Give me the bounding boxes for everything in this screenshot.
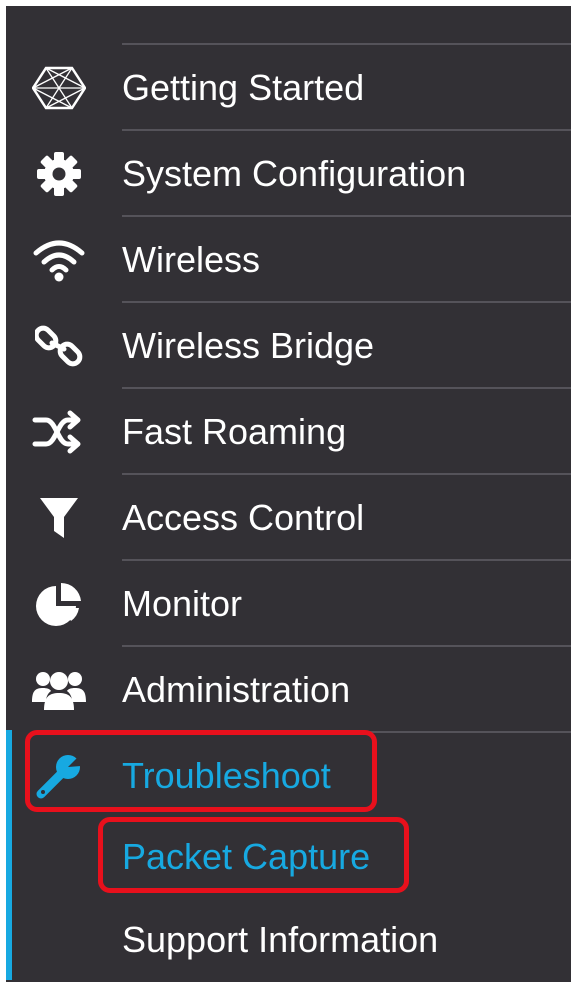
pie-chart-icon [32, 581, 86, 627]
gear-icon [32, 151, 86, 197]
sidebar-item-getting-started[interactable]: Getting Started [6, 45, 571, 131]
sidebar-item-label: Fast Roaming [122, 411, 347, 452]
sidebar-subitem-support-information[interactable]: Support Information [6, 898, 571, 982]
sidebar-item-label: Access Control [122, 497, 365, 538]
sidebar-item-monitor[interactable]: Monitor [6, 561, 571, 647]
hexagon-icon [32, 65, 86, 111]
sidebar-subitem-label: Support Information [122, 919, 439, 960]
sidebar-item-label: Wireless [122, 239, 261, 280]
shuffle-icon [32, 409, 86, 455]
sidebar-item-label: Wireless Bridge [122, 325, 375, 366]
sidebar-item-troubleshoot[interactable]: Troubleshoot [6, 733, 571, 819]
wifi-icon [32, 237, 86, 283]
sidebar-nav: Getting Started System Configuration Wir… [6, 6, 571, 982]
sidebar-subitem-packet-capture[interactable]: Packet Capture [6, 815, 571, 899]
sidebar-item-system-configuration[interactable]: System Configuration [6, 131, 571, 217]
sidebar-item-fast-roaming[interactable]: Fast Roaming [6, 389, 571, 475]
filter-icon [32, 495, 86, 541]
wrench-icon [32, 753, 86, 799]
sidebar-item-label: System Configuration [122, 153, 467, 194]
sidebar-item-wireless[interactable]: Wireless [6, 217, 571, 303]
sidebar-subitem-label: Packet Capture [122, 836, 371, 877]
sidebar-item-wireless-bridge[interactable]: Wireless Bridge [6, 303, 571, 389]
link-icon [32, 323, 86, 369]
sidebar-item-label: Getting Started [122, 67, 365, 108]
users-icon [32, 667, 86, 713]
sidebar-item-label: Monitor [122, 583, 243, 624]
sidebar-item-administration[interactable]: Administration [6, 647, 571, 733]
sidebar-item-access-control[interactable]: Access Control [6, 475, 571, 561]
sidebar-item-label: Troubleshoot [122, 755, 331, 796]
sidebar-item-label: Administration [122, 669, 351, 710]
